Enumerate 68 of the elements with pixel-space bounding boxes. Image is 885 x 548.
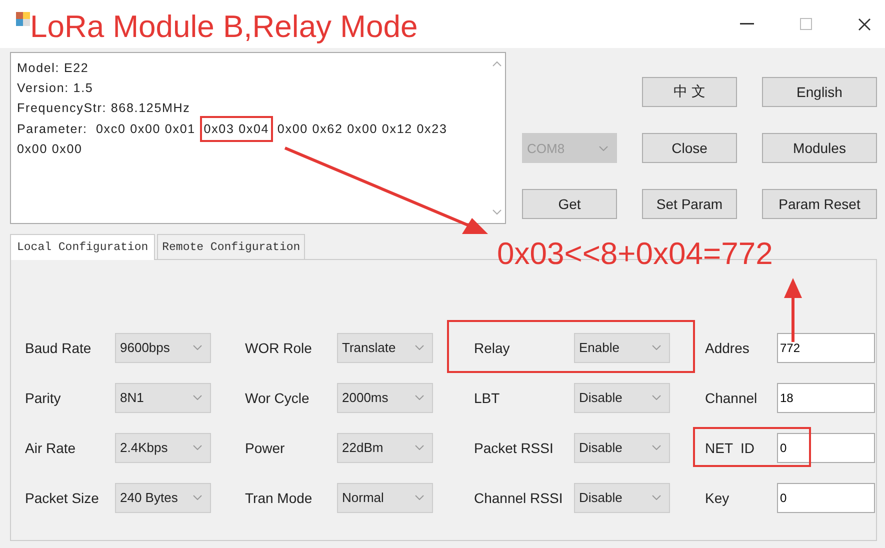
dropdown[interactable]: 9600bps bbox=[115, 332, 211, 362]
dropdown[interactable]: Translate bbox=[337, 332, 433, 362]
log-line: Model: E22 bbox=[17, 60, 89, 77]
minimize-icon[interactable] bbox=[740, 23, 754, 25]
chevron-down-icon bbox=[193, 395, 202, 400]
chevron-down-icon bbox=[415, 445, 424, 450]
field-label: WOR Role bbox=[245, 340, 313, 356]
chevron-down-icon bbox=[599, 146, 608, 150]
dropdown[interactable]: 2.4Kbps bbox=[115, 432, 211, 462]
button[interactable]: Get bbox=[522, 189, 617, 219]
field-label: NET ID bbox=[705, 440, 756, 456]
chevron-down-icon bbox=[193, 495, 202, 500]
field-label: Addres bbox=[705, 340, 750, 356]
input-field[interactable]: 772 bbox=[777, 332, 875, 362]
dropdown[interactable]: Disable bbox=[574, 382, 670, 412]
chevron-down-icon bbox=[415, 345, 424, 350]
button[interactable]: Modules bbox=[762, 133, 877, 163]
field-label: LBT bbox=[474, 390, 501, 406]
chevron-down-icon bbox=[652, 345, 661, 350]
maximize-icon[interactable] bbox=[800, 18, 812, 30]
dropdown[interactable]: 22dBm bbox=[337, 432, 433, 462]
chevron-down-icon bbox=[193, 345, 202, 350]
chevron-down-icon bbox=[415, 495, 424, 500]
dropdown[interactable]: Normal bbox=[337, 482, 433, 512]
field-label: Channel RSSI bbox=[474, 490, 564, 506]
log-line: 0x00 0x00 bbox=[17, 141, 82, 158]
chevron-down-icon bbox=[652, 395, 661, 400]
button[interactable]: Set Param bbox=[642, 189, 737, 219]
dropdown[interactable]: 2000ms bbox=[337, 382, 433, 412]
chevron-down-icon bbox=[652, 445, 661, 450]
chevron-down-icon bbox=[415, 395, 424, 400]
field-label: Wor Cycle bbox=[245, 390, 310, 406]
button[interactable]: English bbox=[762, 77, 877, 107]
field-label: Packet Size bbox=[25, 490, 100, 506]
tab[interactable]: Remote Configuration bbox=[157, 234, 306, 259]
annotation-formula: 0x03<<8+0x04=772 bbox=[497, 236, 773, 272]
dropdown[interactable]: Disable bbox=[574, 432, 670, 462]
window-title: LoRa Module B,Relay Mode bbox=[30, 10, 418, 42]
log-line: FrequencyStr: 868.125MHz bbox=[17, 100, 190, 117]
tab[interactable]: Local Configuration bbox=[10, 234, 156, 260]
field-label: Power bbox=[245, 440, 286, 456]
input-field[interactable]: 0 bbox=[777, 482, 875, 512]
dropdown[interactable]: 8N1 bbox=[115, 382, 211, 412]
dropdown[interactable]: Disable bbox=[574, 482, 670, 512]
scroll-up-icon[interactable] bbox=[492, 61, 502, 67]
button[interactable]: Param Reset bbox=[762, 189, 877, 219]
field-label: Baud Rate bbox=[25, 340, 92, 356]
input-field[interactable]: 18 bbox=[777, 382, 875, 412]
input-field[interactable]: 0 bbox=[777, 432, 875, 462]
field-label: Parity bbox=[25, 390, 62, 406]
field-label: Tran Mode bbox=[245, 490, 314, 506]
chevron-down-icon bbox=[652, 495, 661, 500]
close-icon[interactable] bbox=[858, 18, 871, 30]
button[interactable]: Close bbox=[642, 133, 737, 163]
app-icon bbox=[16, 12, 30, 26]
dropdown[interactable]: 240 Bytes bbox=[115, 482, 211, 512]
field-label: Relay bbox=[474, 340, 511, 356]
log-line: Parameter: 0xc0 0x00 0x01 0x03 0x04 0x00 0x62 0x00 0x12 0x23 bbox=[17, 118, 448, 139]
field-label: Channel bbox=[705, 390, 758, 406]
button[interactable]: 中 文 bbox=[642, 77, 737, 107]
chevron-down-icon bbox=[193, 445, 202, 450]
annotation-arrow bbox=[784, 278, 802, 342]
field-label: Air Rate bbox=[25, 440, 77, 456]
dropdown[interactable]: Enable bbox=[574, 332, 670, 362]
log-line: Version: 1.5 bbox=[17, 80, 94, 97]
field-label: Key bbox=[705, 490, 730, 506]
scroll-down-icon[interactable] bbox=[492, 209, 502, 215]
field-label: Packet RSSI bbox=[474, 440, 554, 456]
